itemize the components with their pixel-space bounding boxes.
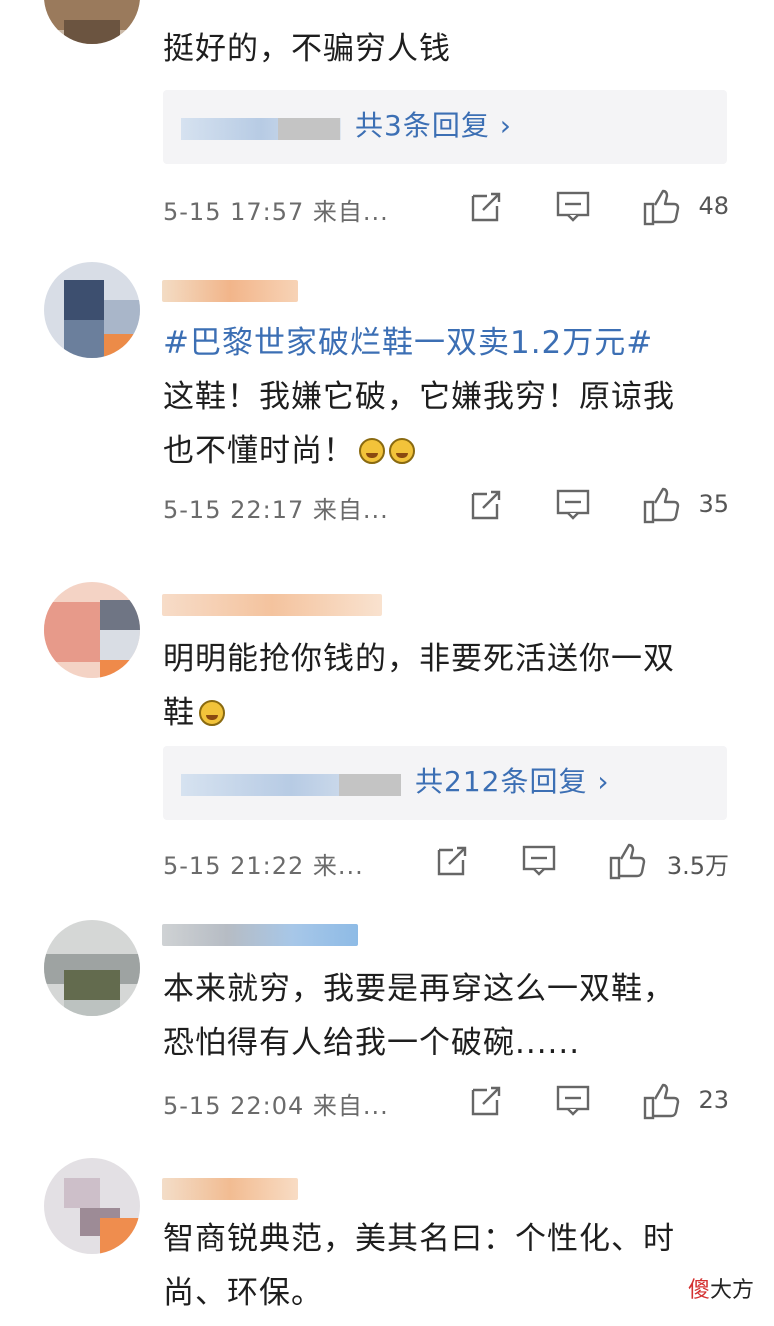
like-count: 48 — [698, 192, 729, 220]
comment-text: 本来就穷，我要是再穿这么一双鞋， 恐怕得有人给我一个破碗...... — [163, 971, 675, 1061]
avatar[interactable] — [44, 0, 140, 44]
timestamp: 5-15 21:22 来... — [163, 852, 364, 880]
share-icon[interactable] — [435, 842, 471, 878]
laugh-cry-emoji-icon — [199, 700, 225, 726]
comment-icon[interactable] — [555, 486, 591, 522]
comment-text: 挺好的，不骗穷人钱 — [163, 31, 451, 67]
comment-text: 智商锐典范，美其名曰：个性化、时 尚、环保。 — [163, 1221, 675, 1311]
comment-meta: 5-15 22:17 来自... 35 — [163, 486, 729, 526]
view-replies-link[interactable]: 共212条回复 › — [415, 762, 610, 802]
avatar[interactable] — [44, 262, 140, 358]
like-count: 23 — [698, 1086, 729, 1114]
like-count: 3.5万 — [666, 852, 729, 880]
reply-preview[interactable]: 共3条回复 › — [163, 90, 727, 164]
timestamp: 5-15 22:17 来自... — [163, 496, 389, 524]
comment-meta: 5-15 22:04 来自... 23 — [163, 1082, 729, 1122]
blurred-username — [278, 118, 340, 140]
comment-icon[interactable] — [521, 842, 557, 878]
thumbs-up-icon[interactable] — [607, 842, 647, 882]
comment-meta: 5-15 21:22 来... 3.5万 — [163, 842, 729, 882]
watermark: 傻大方 — [687, 1278, 754, 1303]
share-icon[interactable] — [469, 1082, 505, 1118]
thumbs-up-icon[interactable] — [641, 188, 681, 228]
hashtag-link[interactable]: #巴黎世家破烂鞋一双卖1.2万元# — [163, 316, 728, 370]
share-icon[interactable] — [469, 188, 505, 224]
comment-meta: 5-15 17:57 来自... 48 — [163, 188, 729, 228]
avatar[interactable] — [44, 582, 140, 678]
comment-text: 明明能抢你钱的，非要死活送你一双 鞋 — [163, 641, 675, 731]
like-count: 35 — [698, 490, 729, 518]
blurred-username[interactable] — [162, 280, 298, 302]
view-replies-link[interactable]: 共3条回复 › — [355, 106, 512, 146]
share-icon[interactable] — [469, 486, 505, 522]
comment-text: #巴黎世家破烂鞋一双卖1.2万元# 这鞋！我嫌它破，它嫌我穷！原谅我 也不懂时尚… — [163, 316, 728, 478]
blurred-username[interactable] — [162, 1178, 298, 1200]
thumbs-up-icon[interactable] — [641, 1082, 681, 1122]
laugh-cry-emoji-icon — [359, 438, 385, 464]
laugh-cry-emoji-icon — [389, 438, 415, 464]
avatar[interactable] — [44, 920, 140, 1016]
blurred-username — [339, 774, 401, 796]
avatar[interactable] — [44, 1158, 140, 1254]
comment-icon[interactable] — [555, 188, 591, 224]
timestamp: 5-15 22:04 来自... — [163, 1092, 389, 1120]
blurred-username[interactable] — [162, 594, 382, 616]
reply-preview[interactable]: 共212条回复 › — [163, 746, 727, 820]
thumbs-up-icon[interactable] — [641, 486, 681, 526]
blurred-username[interactable] — [162, 924, 358, 946]
comment-icon[interactable] — [555, 1082, 591, 1118]
timestamp: 5-15 17:57 来自... — [163, 198, 389, 226]
